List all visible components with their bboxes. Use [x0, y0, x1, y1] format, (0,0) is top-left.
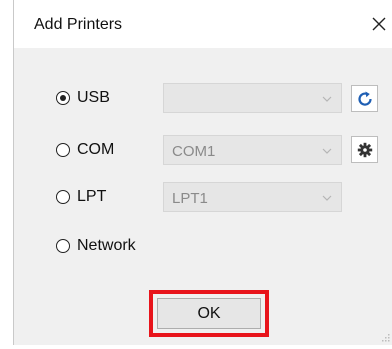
chevron-down-icon — [322, 195, 332, 201]
title-bar[interactable]: Add Printers — [14, 0, 392, 48]
chevron-down-icon — [322, 148, 332, 154]
add-printers-dialog: Add Printers USB COM COM1 LPT LPT1 Netwo… — [0, 0, 392, 349]
lpt-label: LPT — [77, 188, 107, 205]
network-radio[interactable] — [56, 239, 70, 253]
usb-radio-option[interactable]: USB — [56, 83, 110, 113]
refresh-button[interactable] — [351, 85, 378, 112]
com-port-select[interactable]: COM1 — [163, 135, 342, 165]
close-icon — [372, 17, 386, 31]
usb-radio[interactable] — [56, 91, 70, 105]
close-button[interactable] — [366, 10, 392, 38]
network-radio-option[interactable]: Network — [56, 231, 136, 261]
ok-button[interactable]: OK — [157, 298, 261, 329]
lpt-radio[interactable] — [56, 190, 70, 204]
com-radio[interactable] — [56, 143, 70, 157]
com-label: COM — [77, 141, 115, 158]
dialog-body: USB COM COM1 LPT LPT1 Network OK — [14, 48, 392, 345]
lpt-row: LPT LPT1 — [14, 182, 392, 212]
window-title: Add Printers — [34, 16, 123, 33]
lpt-port-select[interactable]: LPT1 — [163, 182, 342, 212]
com-settings-button[interactable] — [351, 136, 378, 163]
chevron-down-icon — [322, 96, 332, 102]
com-select-value: COM1 — [172, 143, 216, 160]
usb-printer-select[interactable] — [163, 83, 342, 113]
usb-row: USB — [14, 83, 392, 113]
network-row: Network — [14, 231, 392, 261]
network-label: Network — [77, 237, 136, 254]
com-row: COM COM1 — [14, 135, 392, 165]
lpt-select-value: LPT1 — [172, 190, 208, 207]
refresh-icon — [357, 91, 372, 106]
gear-icon — [357, 142, 372, 157]
usb-label: USB — [77, 89, 110, 106]
resize-grip-icon[interactable] — [382, 334, 390, 342]
lpt-radio-option[interactable]: LPT — [56, 182, 106, 212]
com-radio-option[interactable]: COM — [56, 135, 114, 165]
